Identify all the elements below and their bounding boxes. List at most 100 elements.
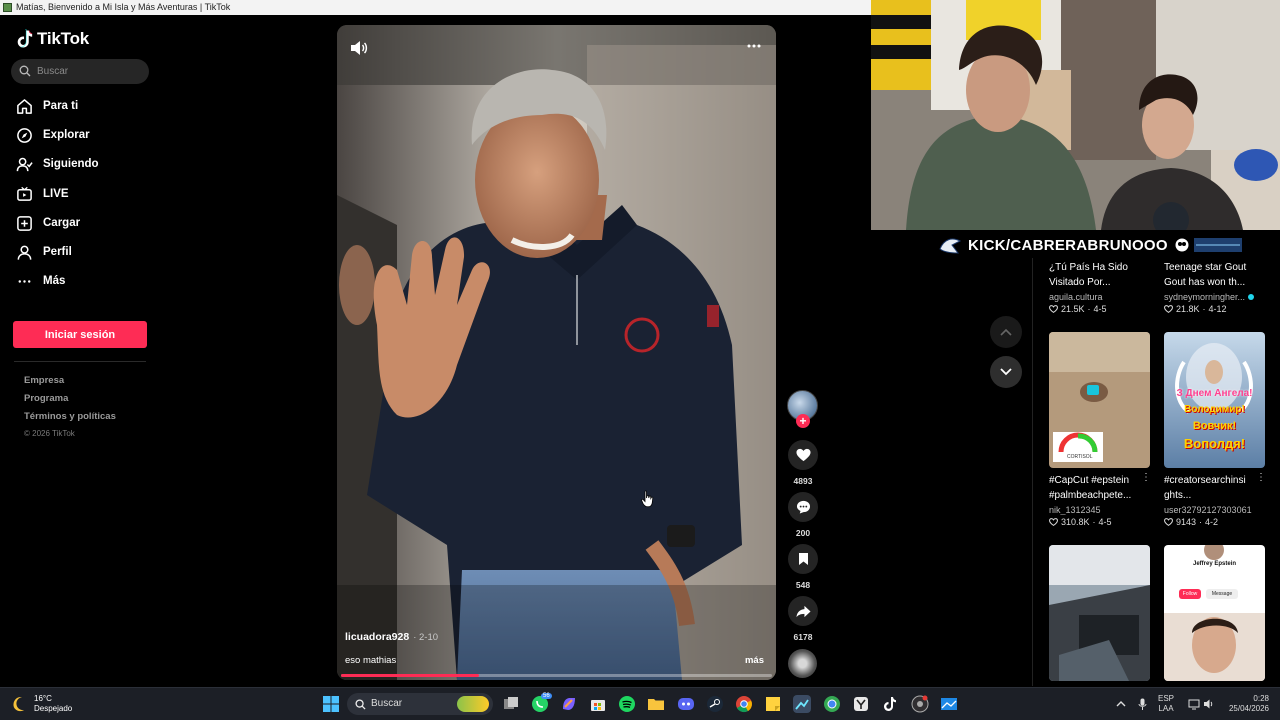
nav-item-siguiendo[interactable]: Siguiendo bbox=[16, 153, 99, 175]
more-options-icon[interactable] bbox=[746, 39, 762, 53]
next-video-button[interactable] bbox=[990, 356, 1022, 388]
volume-icon[interactable] bbox=[349, 39, 369, 57]
thumbnail-angel-title: З Днем Ангела! bbox=[1176, 388, 1253, 399]
app-y-icon[interactable] bbox=[852, 695, 870, 713]
sidebar-divider bbox=[14, 361, 146, 362]
caption-more-link[interactable]: más bbox=[745, 655, 764, 666]
nav-label: Siguiendo bbox=[43, 158, 99, 170]
like-count: 4893 bbox=[793, 476, 813, 486]
nav-item-mas[interactable]: Más bbox=[16, 270, 65, 292]
obs-icon[interactable] bbox=[911, 695, 929, 713]
chrome-icon[interactable] bbox=[735, 695, 753, 713]
task-view-icon[interactable] bbox=[502, 695, 520, 713]
taskbar-search[interactable]: Buscar bbox=[347, 693, 493, 715]
share-button[interactable] bbox=[788, 596, 818, 626]
author-username[interactable]: licuadora928 bbox=[345, 631, 409, 643]
card-meta: 21.8K · 4-12 bbox=[1164, 304, 1268, 314]
video-thumbnail[interactable]: З Днем Ангела! Володимир! Вовчик! Вополд… bbox=[1164, 332, 1265, 468]
search-input[interactable] bbox=[37, 59, 145, 84]
card-meta: 310.8K · 4-5 bbox=[1049, 517, 1153, 527]
related-video-card[interactable]: З Днем Ангела! Володимир! Вовчик! Вополд… bbox=[1164, 332, 1268, 527]
login-button[interactable]: Iniciar sesión bbox=[13, 321, 147, 348]
thumbnail-cortisol-text: CORTISOL bbox=[1067, 454, 1093, 460]
card-author[interactable]: sydneymorningher... bbox=[1164, 292, 1268, 302]
tray-chevron-up-icon[interactable] bbox=[1116, 700, 1126, 708]
thumbnail-profile-name: Jeffrey Epstein bbox=[1192, 561, 1237, 567]
spotify-icon[interactable] bbox=[618, 695, 636, 713]
network-icon[interactable] bbox=[1188, 698, 1200, 710]
file-explorer-icon[interactable] bbox=[647, 695, 665, 713]
copilot-icon[interactable] bbox=[560, 695, 578, 713]
nav-item-perfil[interactable]: Perfil bbox=[16, 241, 72, 263]
like-button[interactable] bbox=[788, 440, 818, 470]
language-indicator[interactable]: ESP LAA bbox=[1158, 694, 1174, 714]
related-video-card[interactable]: ¿Tú País Ha Sido Visitado Por... aguila.… bbox=[1049, 260, 1153, 314]
video-author[interactable]: licuadora928 · 2-10 bbox=[345, 631, 438, 643]
footer-link-programa[interactable]: Programa bbox=[24, 393, 68, 404]
save-button[interactable] bbox=[788, 544, 818, 574]
heart-outline-icon bbox=[1049, 518, 1058, 526]
card-kebab-icon[interactable]: ⋮ bbox=[1141, 472, 1151, 483]
store-icon[interactable] bbox=[589, 695, 607, 713]
previous-video-button[interactable] bbox=[990, 316, 1022, 348]
related-video-card[interactable] bbox=[1049, 545, 1153, 681]
nav-item-live[interactable]: LIVE bbox=[16, 183, 69, 205]
follow-plus-icon[interactable]: + bbox=[796, 414, 810, 428]
chevron-down-icon bbox=[1000, 368, 1012, 376]
video-thumbnail[interactable]: CORTISOL bbox=[1049, 332, 1150, 468]
display-app-icon[interactable] bbox=[940, 695, 958, 713]
sticky-notes-icon[interactable] bbox=[764, 695, 782, 713]
related-video-card[interactable]: Jeffrey Epstein Follow Message bbox=[1164, 545, 1268, 681]
card-author[interactable]: nik_1312345 bbox=[1049, 505, 1153, 515]
windows-start-icon[interactable] bbox=[322, 695, 340, 713]
video-thumbnail[interactable]: Jeffrey Epstein Follow Message bbox=[1164, 545, 1265, 681]
clock[interactable]: 0:28 25/04/2026 bbox=[1221, 694, 1269, 714]
panel-divider bbox=[1032, 258, 1033, 686]
clock-date: 25/04/2026 bbox=[1228, 704, 1269, 713]
live-icon bbox=[17, 186, 32, 201]
card-author[interactable]: user32792127303061 bbox=[1164, 505, 1268, 515]
window-title: Matías, Bienvenido a Mi Isla y Más Avent… bbox=[16, 2, 231, 12]
related-video-card[interactable]: Teenage star Gout Gout has won th... syd… bbox=[1164, 260, 1268, 314]
nav-label: Explorar bbox=[43, 129, 90, 141]
comment-button[interactable] bbox=[788, 492, 818, 522]
browser-icon[interactable] bbox=[823, 695, 841, 713]
tiktok-logo[interactable]: TikTok bbox=[16, 28, 89, 50]
comment-icon bbox=[796, 500, 810, 514]
nav-label: Perfil bbox=[43, 246, 72, 258]
nav-item-para-ti[interactable]: Para ti bbox=[16, 95, 78, 117]
kick-channel-text: KICK/CABRERABRUNOOO bbox=[968, 236, 1168, 254]
card-date: 4-5 bbox=[1098, 517, 1112, 527]
card-author[interactable]: aguila.cultura bbox=[1049, 292, 1153, 302]
speaker-icon[interactable] bbox=[1203, 698, 1215, 710]
bookmark-icon bbox=[798, 553, 808, 565]
heart-outline-icon bbox=[1049, 305, 1058, 313]
video-progress-bar[interactable] bbox=[341, 674, 772, 677]
discord-icon[interactable] bbox=[677, 695, 695, 713]
card-meta: 21.5K · 4-5 bbox=[1049, 304, 1153, 314]
microphone-icon[interactable] bbox=[1138, 698, 1147, 711]
thumbnail-angel-name3: Вополдя! bbox=[1183, 436, 1246, 451]
photo-editor-icon[interactable] bbox=[793, 695, 811, 713]
nav-item-cargar[interactable]: Cargar bbox=[16, 212, 80, 234]
card-kebab-icon[interactable]: ⋮ bbox=[1256, 472, 1266, 483]
footer-link-terminos[interactable]: Términos y políticas bbox=[24, 411, 116, 422]
card-likes: 9143 bbox=[1176, 517, 1197, 527]
sidebar-search[interactable] bbox=[11, 59, 149, 84]
save-count: 548 bbox=[795, 580, 811, 590]
card-title: #CapCut #epstein #palmbeachpete... bbox=[1049, 475, 1132, 501]
weather-widget[interactable]: 16°C Despejado bbox=[12, 694, 72, 714]
steam-icon[interactable] bbox=[706, 695, 724, 713]
card-likes: 21.5K bbox=[1061, 304, 1085, 314]
music-disc-icon[interactable] bbox=[788, 649, 817, 678]
thumbnail-follow-label: Follow bbox=[1182, 591, 1198, 597]
related-video-card[interactable]: CORTISOL #CapCut #epstein #palmbeachpete… bbox=[1049, 332, 1153, 527]
card-date: 4-5 bbox=[1093, 304, 1107, 314]
nav-label: Cargar bbox=[43, 217, 81, 229]
nav-label: Para ti bbox=[43, 100, 79, 112]
nav-item-explorar[interactable]: Explorar bbox=[16, 124, 90, 146]
video-player[interactable]: licuadora928 · 2-10 eso mathias más bbox=[337, 25, 776, 680]
tiktok-taskbar-icon[interactable] bbox=[881, 695, 899, 713]
video-thumbnail[interactable] bbox=[1049, 545, 1150, 681]
footer-link-empresa[interactable]: Empresa bbox=[24, 375, 64, 386]
